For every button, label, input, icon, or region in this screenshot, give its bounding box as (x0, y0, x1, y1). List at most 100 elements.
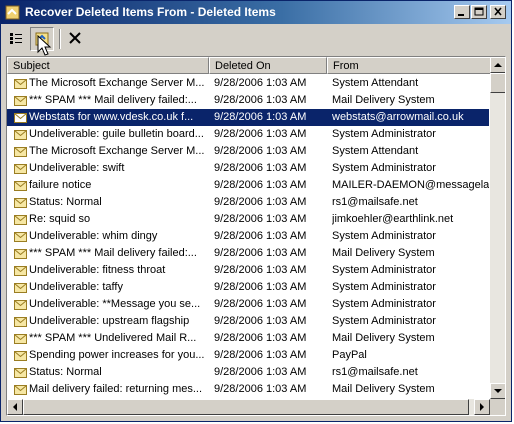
item-from: System Administrator (332, 128, 436, 140)
item-deleted-on: 9/28/2006 1:03 AM (214, 383, 307, 395)
purge-delete-icon (69, 32, 81, 44)
item-from: jimkoehler@earthlink.net (332, 213, 454, 225)
list-item[interactable]: Re: squid so 9/28/2006 1:03 AM jimkoehler@… (7, 211, 489, 228)
scroll-up-arrow-icon (494, 63, 502, 67)
list-item[interactable]: Undeliverable: whim dingy 9/28/2006 1:03 … (7, 228, 489, 245)
column-header-subject[interactable]: Subject (7, 57, 209, 74)
purge-delete-button[interactable] (64, 27, 88, 51)
list-item[interactable]: Undeliverable: guile bulletin board... 9/… (7, 126, 489, 143)
list-item[interactable]: Webstats for www.vdesk.co.uk f... 9/28/20… (7, 109, 489, 126)
list-item[interactable]: *** SPAM *** Mail delivery failed:... 9/2… (7, 245, 489, 262)
item-from: PayPal (332, 349, 367, 361)
item-subject: *** SPAM *** Mail delivery failed:... (29, 94, 197, 106)
message-envelope-icon (14, 79, 27, 89)
list-item[interactable]: Spending power increases for you... 9/28/… (7, 347, 489, 364)
toolbar (1, 24, 511, 55)
message-envelope-icon (14, 164, 27, 174)
list-item[interactable]: *** SPAM *** Undelivered Mail R... 9/28/2… (7, 330, 489, 347)
maximize-icon (474, 7, 484, 16)
item-deleted-on: 9/28/2006 1:03 AM (214, 332, 307, 344)
item-subject: The Microsoft Exchange Server M... (29, 145, 205, 157)
column-header-deleted-on[interactable]: Deleted On (209, 57, 327, 74)
message-envelope-icon (14, 113, 27, 123)
horizontal-scroll-thumb[interactable] (23, 399, 469, 415)
item-deleted-on: 9/28/2006 1:03 AM (214, 366, 307, 378)
item-from: System Administrator (332, 230, 436, 242)
maximize-button[interactable] (471, 5, 487, 19)
item-subject: Undeliverable: **Message you se... (29, 298, 201, 310)
item-subject: Undeliverable: swift (29, 162, 125, 174)
window-title: Recover Deleted Items From - Deleted Ite… (25, 5, 276, 19)
item-from: System Administrator (332, 264, 436, 276)
message-envelope-icon (14, 215, 27, 225)
item-subject: Re: squid so (29, 213, 91, 225)
title-bar[interactable]: Recover Deleted Items From - Deleted Ite… (1, 1, 511, 24)
list-item[interactable]: Status: Normal 9/28/2006 1:03 AM rs1@mails… (7, 194, 489, 211)
list-item[interactable]: Undeliverable: swift 9/28/2006 1:03 AM Sys… (7, 160, 489, 177)
message-envelope-icon (14, 130, 27, 140)
message-envelope-icon (14, 266, 27, 276)
item-subject: Undeliverable: taffy (29, 281, 123, 293)
scroll-left-button[interactable] (7, 399, 23, 415)
message-envelope-icon (14, 368, 27, 378)
horizontal-scrollbar[interactable] (7, 399, 490, 415)
item-from: System Attendant (332, 145, 419, 157)
scrollbar-corner (490, 399, 505, 415)
item-deleted-on: 9/28/2006 1:03 AM (214, 196, 307, 208)
item-deleted-on: 9/28/2006 1:03 AM (214, 111, 307, 123)
scroll-right-button[interactable] (474, 399, 490, 415)
item-from: Mail Delivery System (332, 94, 435, 106)
item-deleted-on: 9/28/2006 1:03 AM (214, 349, 307, 361)
item-deleted-on: 9/28/2006 1:03 AM (214, 145, 307, 157)
list-item[interactable]: Undeliverable: fitness throat 9/28/2006 1… (7, 262, 489, 279)
rows-container: The Microsoft Exchange Server M... 9/28/2… (7, 75, 489, 415)
item-deleted-on: 9/28/2006 1:03 AM (214, 179, 307, 191)
item-from: System Administrator (332, 298, 436, 310)
item-from: MAILER-DAEMON@messagelabs.c... (332, 179, 489, 191)
message-envelope-icon (14, 317, 27, 327)
scroll-up-button[interactable] (490, 57, 505, 73)
details-view-button[interactable] (5, 27, 29, 51)
vertical-scrollbar[interactable] (490, 57, 505, 399)
minimize-button[interactable] (454, 5, 470, 19)
scroll-left-arrow-icon (13, 403, 17, 411)
item-deleted-on: 9/28/2006 1:03 AM (214, 230, 307, 242)
mouse-pointer-icon (37, 35, 52, 56)
item-from: rs1@mailsafe.net (332, 196, 418, 208)
item-from: System Administrator (332, 315, 436, 327)
message-envelope-icon (14, 334, 27, 344)
item-subject: Mail delivery failed: returning mes... (29, 383, 203, 395)
item-deleted-on: 9/28/2006 1:03 AM (214, 213, 307, 225)
list-item[interactable]: *** SPAM *** Mail delivery failed:... 9/2… (7, 92, 489, 109)
list-item[interactable]: Mail delivery failed: returning mes... 9/… (7, 381, 489, 398)
list-item[interactable]: The Microsoft Exchange Server M... 9/28/2… (7, 143, 489, 160)
item-deleted-on: 9/28/2006 1:03 AM (214, 128, 307, 140)
list-item[interactable]: Undeliverable: **Message you se... 9/28/2… (7, 296, 489, 313)
list-item[interactable]: failure notice 9/28/2006 1:03 AM MAILER-DA… (7, 177, 489, 194)
item-from: System Administrator (332, 281, 436, 293)
column-header-from[interactable]: From (327, 57, 505, 74)
list-item[interactable]: Status: Normal 9/28/2006 1:03 AM rs1@mails… (7, 364, 489, 381)
list-item[interactable]: Undeliverable: upstream flagship 9/28/200… (7, 313, 489, 330)
item-deleted-on: 9/28/2006 1:03 AM (214, 315, 307, 327)
list-item[interactable]: The Microsoft Exchange Server M... 9/28/2… (7, 75, 489, 92)
item-subject: Undeliverable: fitness throat (29, 264, 166, 276)
scroll-down-button[interactable] (490, 383, 505, 399)
scroll-right-arrow-icon (480, 403, 484, 411)
message-envelope-icon (14, 198, 27, 208)
scroll-down-arrow-icon (494, 389, 502, 393)
list-item[interactable]: Undeliverable: taffy 9/28/2006 1:03 AM Sys… (7, 279, 489, 296)
deleted-items-list[interactable]: Subject Deleted On From The Microsoft Ex… (6, 56, 506, 416)
item-deleted-on: 9/28/2006 1:03 AM (214, 264, 307, 276)
minimize-icon (458, 14, 464, 16)
item-subject: Status: Normal (29, 196, 102, 208)
recover-deleted-items-window: Recover Deleted Items From - Deleted Ite… (0, 0, 512, 422)
item-subject: Webstats for www.vdesk.co.uk f... (29, 111, 194, 123)
item-subject: *** SPAM *** Undelivered Mail R... (29, 332, 197, 344)
item-deleted-on: 9/28/2006 1:03 AM (214, 298, 307, 310)
item-subject: The Microsoft Exchange Server M... (29, 77, 205, 89)
close-button[interactable] (490, 5, 506, 19)
scroll-thumb[interactable] (490, 73, 505, 93)
item-from: System Attendant (332, 77, 419, 89)
toolbar-separator (59, 29, 61, 49)
